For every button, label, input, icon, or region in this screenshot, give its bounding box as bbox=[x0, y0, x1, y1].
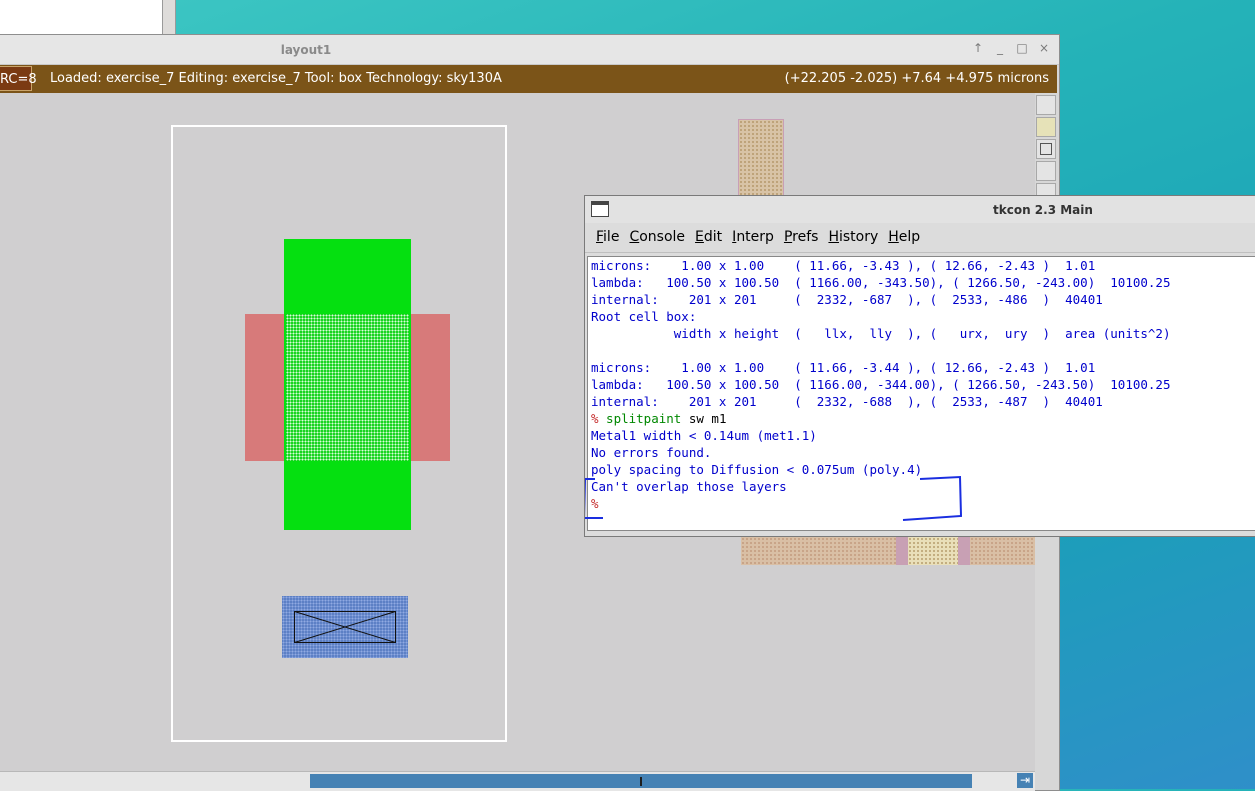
final-prompt: % bbox=[591, 496, 599, 511]
tkcon-menubar: File Console Edit Interp Prefs History H… bbox=[585, 223, 1255, 253]
sidebar-tool-2[interactable] bbox=[1036, 117, 1056, 137]
sidebar-tool-3[interactable] bbox=[1036, 139, 1056, 159]
horizontal-scrollbar[interactable] bbox=[0, 771, 1035, 791]
drc-message: Can't overlap those layers bbox=[591, 479, 787, 494]
close-button[interactable]: × bbox=[1037, 41, 1051, 55]
layout-title-bar[interactable]: layout1 ↑ _ □ × bbox=[0, 35, 1059, 65]
console-line: Root cell box: bbox=[591, 309, 697, 324]
contact-cross-icon bbox=[294, 611, 396, 643]
menu-file[interactable]: File bbox=[591, 223, 624, 252]
menu-help[interactable]: Help bbox=[883, 223, 925, 252]
drc-count-badge[interactable]: RC=8 bbox=[0, 66, 37, 91]
menu-interp[interactable]: Interp bbox=[727, 223, 779, 252]
drc-message: Metal1 width < 0.14um (met1.1) bbox=[591, 428, 817, 443]
layer-strip-1 bbox=[741, 533, 896, 565]
box-tool-icon bbox=[1040, 143, 1052, 155]
sidebar-tool-4[interactable] bbox=[1036, 161, 1056, 181]
layer-strip-3 bbox=[970, 533, 1035, 565]
command-args: sw m1 bbox=[681, 411, 727, 426]
console-line: lambda: 100.50 x 100.50 ( 1166.00, -343.… bbox=[591, 275, 1171, 290]
scrollbar-grip bbox=[640, 777, 642, 786]
menu-console[interactable]: Console bbox=[624, 223, 690, 252]
status-bar: RC=8 Loaded: exercise_7 Editing: exercis… bbox=[0, 65, 1057, 93]
prompt-symbol: % bbox=[591, 411, 599, 426]
console-line: internal: 201 x 201 ( 2332, -687 ), ( 25… bbox=[591, 292, 1103, 307]
scrollbar-thumb[interactable] bbox=[310, 774, 972, 788]
drc-message: No errors found. bbox=[591, 445, 712, 460]
console-line: microns: 1.00 x 1.00 ( 11.66, -3.43 ), (… bbox=[591, 258, 1096, 273]
layer-strip-2 bbox=[908, 533, 958, 565]
background-window-scrollbar bbox=[163, 0, 176, 34]
menu-edit[interactable]: Edit bbox=[690, 223, 727, 252]
maximize-button[interactable]: □ bbox=[1015, 41, 1029, 55]
menu-history[interactable]: History bbox=[823, 223, 883, 252]
console-line: internal: 201 x 201 ( 2332, -688 ), ( 25… bbox=[591, 394, 1103, 409]
console-output[interactable]: microns: 1.00 x 1.00 ( 11.66, -3.43 ), (… bbox=[587, 256, 1255, 531]
window-menu-icon[interactable] bbox=[591, 201, 609, 217]
background-window bbox=[0, 0, 163, 35]
input-prompt-line[interactable]: % bbox=[591, 495, 1255, 512]
tkcon-title: tkcon 2.3 Main bbox=[993, 203, 1093, 217]
via-stack-vertical bbox=[738, 119, 784, 201]
status-message: Loaded: exercise_7 Editing: exercise_7 T… bbox=[50, 71, 502, 86]
console-line: lambda: 100.50 x 100.50 ( 1166.00, -344.… bbox=[591, 377, 1171, 392]
layer-strip-gap-2 bbox=[958, 533, 970, 565]
poly-diffusion-overlap bbox=[286, 314, 409, 461]
raise-button[interactable]: ↑ bbox=[971, 41, 985, 55]
window-controls: ↑ _ □ × bbox=[971, 41, 1051, 55]
menu-prefs[interactable]: Prefs bbox=[779, 223, 824, 252]
tkcon-window[interactable]: tkcon 2.3 Main File Console Edit Interp … bbox=[584, 195, 1255, 537]
command-line: % splitpaint sw m1 bbox=[591, 410, 1255, 427]
console-line: microns: 1.00 x 1.00 ( 11.66, -3.44 ), (… bbox=[591, 360, 1096, 375]
layout-window-title: layout1 bbox=[280, 43, 332, 57]
diffusion-right bbox=[409, 314, 450, 461]
metal-contact bbox=[282, 596, 408, 658]
diffusion-left bbox=[245, 314, 286, 461]
sidebar-tool-1[interactable] bbox=[1036, 95, 1056, 115]
cursor-coordinates: (+22.205 -2.025) +7.64 +4.975 microns bbox=[784, 71, 1049, 86]
command-name: splitpaint bbox=[598, 411, 682, 426]
tkcon-title-bar[interactable]: tkcon 2.3 Main bbox=[585, 196, 1255, 224]
minimize-button[interactable]: _ bbox=[993, 41, 1007, 55]
layer-strip-gap-1 bbox=[896, 533, 908, 565]
scroll-right-arrow-icon[interactable]: ⇥ bbox=[1017, 773, 1033, 788]
console-line: width x height ( llx, lly ), ( urx, ury … bbox=[591, 326, 1171, 341]
drc-message: poly spacing to Diffusion < 0.075um (pol… bbox=[591, 462, 923, 477]
